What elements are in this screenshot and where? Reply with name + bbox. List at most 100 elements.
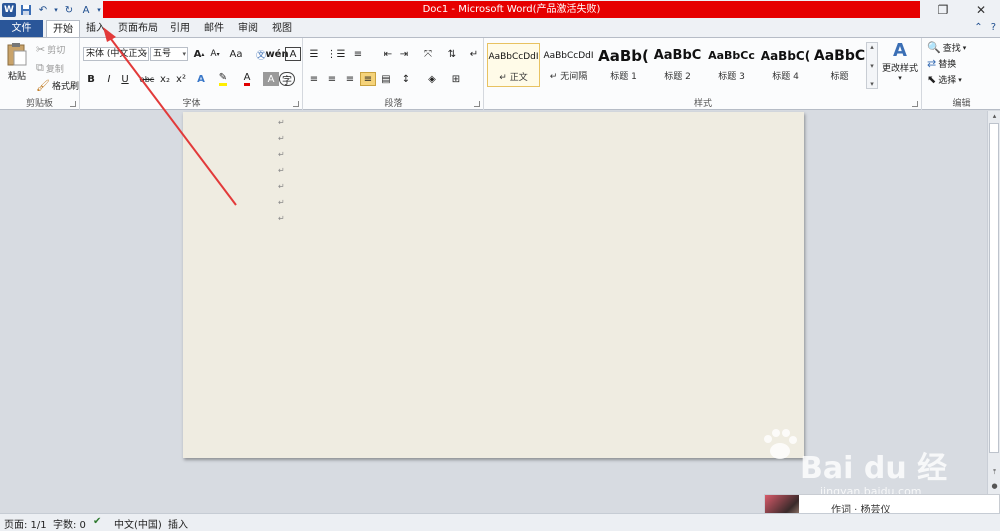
minimize-ribbon-icon[interactable]: ⌃ xyxy=(974,22,982,33)
undo-icon[interactable]: ↶ xyxy=(36,3,50,17)
customize-qat-icon[interactable]: ▾ xyxy=(96,3,102,17)
browse-object-icon[interactable]: ● xyxy=(989,481,1000,492)
select-label: 选择 xyxy=(938,76,957,86)
styles-launcher-icon[interactable] xyxy=(912,101,918,107)
copy-icon: ⧉ xyxy=(36,61,44,74)
shading-icon[interactable]: ◈ xyxy=(424,72,440,86)
chevron-up-icon[interactable]: ▴ xyxy=(870,43,874,51)
char-border-icon[interactable]: wén xyxy=(265,47,288,61)
tab-page-layout[interactable]: 页面布局 xyxy=(116,20,160,37)
justify-icon[interactable]: ≡ xyxy=(360,72,376,86)
line-spacing-icon[interactable]: ↕ xyxy=(398,72,414,86)
change-styles-button[interactable]: A 更改样式 ▾ xyxy=(881,40,919,82)
find-button[interactable]: 🔍 查找 ▾ xyxy=(927,41,966,54)
style-heading-4[interactable]: AaBbC( 标题 4 xyxy=(759,43,812,87)
paragraph-launcher-icon[interactable] xyxy=(474,101,480,107)
font-name-value: 宋体 (中文正文 xyxy=(86,49,147,59)
style-preview: AaBbCcDdI xyxy=(488,52,539,62)
clipboard-group: 粘贴 ✂ 剪切 ⧉ 复制 🖌 格式刷 剪贴板 xyxy=(0,38,80,110)
document-page[interactable]: ↵ ↵ ↵ ↵ ↵ ↵ ↵ xyxy=(183,112,804,458)
align-center-icon[interactable]: ≡ xyxy=(324,72,340,86)
increase-indent-icon[interactable]: ⇥ xyxy=(396,47,412,61)
styles-gallery-scroll[interactable]: ▴ ▾ ▾ xyxy=(866,42,878,89)
watermark: Bai du 经验 jingyan.baidu.com xyxy=(760,425,960,530)
highlight-button[interactable]: ✎ xyxy=(215,72,231,86)
more-icon[interactable]: ▾ xyxy=(870,80,874,88)
vertical-scrollbar[interactable]: ▴ ⤒ ● ⤓ xyxy=(987,111,1000,513)
proofing-icon[interactable]: ✔ xyxy=(93,516,101,527)
align-right-icon[interactable]: ≡ xyxy=(342,72,358,86)
format-painter-button[interactable]: 🖌 格式刷 xyxy=(36,79,79,92)
superscript-button[interactable]: x² xyxy=(173,72,189,86)
borders-icon[interactable]: ⊞ xyxy=(448,72,464,86)
status-insert-mode[interactable]: 插入 xyxy=(168,516,188,531)
tab-review[interactable]: 审阅 xyxy=(236,20,260,37)
tab-home[interactable]: 开始 xyxy=(46,20,80,38)
copy-button[interactable]: ⧉ 复制 xyxy=(36,61,64,75)
char-box-icon[interactable]: A xyxy=(285,47,301,61)
distributed-icon[interactable]: ▤ xyxy=(378,72,394,86)
replace-button[interactable]: ⇄ 替换 xyxy=(927,57,956,70)
tab-references[interactable]: 引用 xyxy=(168,20,192,37)
style-name: 标题 4 xyxy=(772,72,799,82)
help-icon[interactable]: ? xyxy=(991,22,996,33)
status-language[interactable]: 中文(中国) xyxy=(114,516,162,531)
style-normal[interactable]: AaBbCcDdI ↵ 正文 xyxy=(487,43,540,87)
clipboard-launcher-icon[interactable] xyxy=(70,101,76,107)
restore-icon[interactable]: ❐ xyxy=(928,1,958,19)
status-page[interactable]: 页面: 1/1 xyxy=(4,516,47,531)
font-launcher-icon[interactable] xyxy=(293,101,299,107)
align-left-icon[interactable]: ≡ xyxy=(306,72,322,86)
tab-file[interactable]: 文件 xyxy=(0,20,43,37)
paste-button[interactable]: 粘贴 xyxy=(5,41,29,82)
multilevel-list-icon[interactable]: ≡ xyxy=(350,47,366,61)
select-button[interactable]: ⬉ 选择 ▾ xyxy=(927,73,962,86)
cut-button[interactable]: ✂ 剪切 xyxy=(36,43,65,56)
bullets-icon[interactable]: ☰ xyxy=(306,47,322,61)
style-no-spacing[interactable]: AaBbCcDdI ↵ 无间隔 xyxy=(542,43,595,87)
underline-button[interactable]: U xyxy=(117,72,133,86)
char-shading-icon[interactable]: A xyxy=(263,72,279,86)
font-size-combo[interactable]: 五号 ▾ xyxy=(150,47,188,61)
tab-mailings[interactable]: 邮件 xyxy=(202,20,226,37)
redo-icon[interactable]: ↻ xyxy=(62,3,76,17)
close-icon[interactable]: ✕ xyxy=(966,1,996,19)
chinese-layout-icon[interactable]: ⤧ xyxy=(420,47,436,61)
brush-icon: 🖌 xyxy=(36,79,50,92)
find-label: 查找 xyxy=(942,44,961,54)
style-preview: AaBbC xyxy=(813,48,866,64)
strikethrough-button[interactable]: abc xyxy=(139,72,155,86)
enclose-char-icon[interactable]: 字 xyxy=(279,72,295,87)
tab-view[interactable]: 视图 xyxy=(270,20,294,37)
paw-logo-icon xyxy=(764,429,797,459)
clipboard-group-label: 剪贴板 xyxy=(25,99,53,109)
shrink-font-button[interactable]: A ▾ xyxy=(207,47,223,61)
paragraph-mark: ↵ xyxy=(278,198,285,207)
change-case-button[interactable]: Aa xyxy=(227,47,245,61)
format-icon[interactable]: A xyxy=(79,3,93,17)
style-heading-3[interactable]: AaBbCc 标题 3 xyxy=(705,43,758,87)
subscript-button[interactable]: x₂ xyxy=(157,72,173,86)
show-marks-icon[interactable]: ↵ xyxy=(466,47,482,61)
prev-page-icon[interactable]: ⤒ xyxy=(989,467,1000,478)
style-title[interactable]: AaBbC 标题 xyxy=(813,43,866,87)
numbering-icon[interactable]: ⋮☰ xyxy=(327,47,346,61)
italic-button[interactable]: I xyxy=(101,72,117,86)
font-color-button[interactable]: A xyxy=(239,72,255,86)
scroll-up-icon[interactable]: ▴ xyxy=(989,111,1000,122)
paragraph-group-label: 段落 xyxy=(384,99,403,109)
style-heading-2[interactable]: AaBbC 标题 2 xyxy=(651,43,704,87)
style-heading-1[interactable]: AaBb( 标题 1 xyxy=(597,43,650,87)
decrease-indent-icon[interactable]: ⇤ xyxy=(380,47,396,61)
undo-dropdown-icon[interactable]: ▾ xyxy=(53,3,59,17)
tab-insert[interactable]: 插入 xyxy=(84,20,108,37)
font-name-combo[interactable]: 宋体 (中文正文 ▾ xyxy=(83,47,149,61)
bold-button[interactable]: B xyxy=(83,72,99,86)
chevron-down-icon[interactable]: ▾ xyxy=(870,62,874,70)
sort-icon[interactable]: ⇅ xyxy=(444,47,460,61)
text-effects-icon[interactable]: A xyxy=(193,72,209,86)
status-words[interactable]: 字数: 0 xyxy=(53,516,86,531)
save-icon[interactable] xyxy=(19,3,33,17)
grow-font-button[interactable]: A ▴ xyxy=(191,47,207,61)
scroll-thumb[interactable] xyxy=(989,123,999,453)
